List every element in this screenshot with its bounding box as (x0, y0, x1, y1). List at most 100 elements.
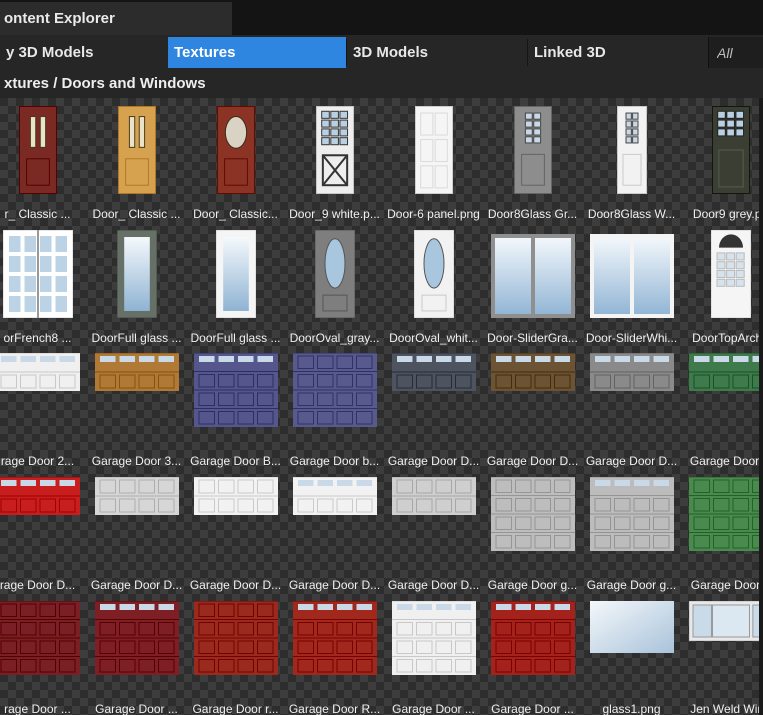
texture-label: Garage Door D... (486, 454, 579, 468)
texture-label: Garage Door ... (95, 702, 178, 715)
texture-thumbnail (414, 230, 454, 318)
texture-tile[interactable]: DoorTopArch_ (681, 228, 763, 347)
texture-tile[interactable]: DoorOval_whit... (384, 228, 483, 347)
texture-label: Garage Door g... (586, 578, 677, 592)
texture-tile[interactable]: Jen Weld Wind (681, 599, 763, 715)
texture-label: Garage Door D... (387, 454, 480, 468)
texture-tile[interactable]: Door8Glass Gr... (483, 104, 582, 223)
texture-thumbnail (491, 601, 575, 675)
texture-tile[interactable]: Garage Door D... (384, 475, 483, 594)
title-bar: ontent Explorer (0, 0, 763, 35)
texture-tile[interactable]: Garage Door D... (582, 351, 681, 470)
texture-tile[interactable]: Garage Door ... (384, 599, 483, 715)
texture-tile[interactable]: Door_ Classic ... (87, 104, 186, 223)
texture-label: rage Door D... (0, 578, 76, 592)
texture-thumbnail (95, 477, 179, 515)
tab-3d-models[interactable]: 3D Models (347, 37, 527, 68)
texture-tile[interactable]: Garage Door D... (285, 475, 384, 594)
texture-label: rage Door 2... (0, 454, 75, 468)
texture-thumbnail (0, 601, 80, 675)
texture-tile[interactable]: glass1.png (582, 599, 681, 715)
texture-thumbnail (216, 230, 256, 318)
texture-tile[interactable]: Garage Door g... (582, 475, 681, 594)
texture-label: Garage Door D... (90, 578, 183, 592)
texture-label: Garage Door 3... (91, 454, 182, 468)
texture-tile[interactable]: Door_9 white.p... (285, 104, 384, 223)
texture-thumbnail (491, 477, 575, 551)
texture-tile[interactable]: Garage Door b... (285, 351, 384, 470)
texture-tile[interactable]: Garage Door D... (186, 475, 285, 594)
texture-tile[interactable]: Garage Door D... (483, 351, 582, 470)
texture-tile[interactable]: Door-SliderGra... (483, 228, 582, 347)
texture-thumbnail (118, 106, 156, 194)
texture-label: Door_9 white.p... (289, 207, 380, 221)
filter-input[interactable] (709, 37, 763, 68)
texture-tile[interactable]: orFrench8 ... (0, 228, 87, 347)
window-title-tab[interactable]: ontent Explorer (0, 2, 232, 35)
texture-tile[interactable]: Garage Door ... (483, 599, 582, 715)
texture-tile[interactable]: Garage Door g... (483, 475, 582, 594)
texture-label: Garage Door D (689, 454, 763, 468)
texture-label: Garage Door B... (190, 454, 281, 468)
texture-thumbnail (95, 601, 179, 675)
texture-tile[interactable]: Garage Door r... (186, 599, 285, 715)
tab-my-3d-models[interactable]: y 3D Models (0, 37, 168, 68)
texture-thumbnail (95, 353, 179, 391)
texture-tile[interactable]: Door8Glass W... (582, 104, 681, 223)
filter-field[interactable] (708, 37, 763, 68)
texture-thumbnail (689, 601, 763, 641)
texture-tile[interactable]: DoorFull glass ... (186, 228, 285, 347)
breadcrumb-bar: xtures / Doors and Windows (0, 70, 763, 98)
texture-thumbnail (590, 477, 674, 551)
texture-tile[interactable]: Garage Door D... (87, 475, 186, 594)
texture-thumbnail (293, 477, 377, 515)
texture-tile[interactable]: DoorOval_gray... (285, 228, 384, 347)
tab-bar: y 3D Models Textures 3D Models Linked 3D (0, 35, 763, 70)
texture-tile[interactable]: Door9 grey.pn (681, 104, 763, 223)
texture-label: DoorFull glass ... (190, 331, 281, 345)
texture-tile[interactable]: Garage Door ... (87, 599, 186, 715)
texture-thumbnail (392, 601, 476, 675)
texture-thumbnail (415, 106, 453, 194)
texture-label: Door9 grey.pn (692, 207, 763, 221)
texture-thumbnail (711, 230, 751, 318)
tab-linked-3d[interactable]: Linked 3D (528, 37, 708, 68)
texture-tile[interactable]: Garage Door 3... (87, 351, 186, 470)
vertical-scrollbar[interactable] (759, 98, 763, 715)
texture-tile[interactable]: Door-SliderWhi... (582, 228, 681, 347)
texture-thumbnail (194, 601, 278, 675)
texture-label: Door8Glass Gr... (487, 207, 578, 221)
texture-tile[interactable]: Garage Door D... (384, 351, 483, 470)
texture-tile[interactable]: rage Door D... (0, 475, 87, 594)
texture-thumbnail (0, 353, 80, 391)
texture-label: Door-SliderWhi... (585, 331, 678, 345)
texture-label: Door_ Classic... (193, 207, 278, 221)
breadcrumb[interactable]: xtures / Doors and Windows (4, 70, 206, 98)
texture-thumbnail (491, 353, 575, 391)
texture-tile[interactable]: Garage Door g (681, 475, 763, 594)
texture-label: Garage Door r... (192, 702, 279, 715)
texture-thumbnail (590, 601, 674, 653)
texture-tile[interactable]: DoorFull glass ... (87, 228, 186, 347)
texture-thumbnail (117, 230, 157, 318)
texture-tile[interactable]: rage Door 2... (0, 351, 87, 470)
texture-thumbnail (3, 230, 73, 318)
texture-label: Garage Door D... (585, 454, 678, 468)
texture-thumbnail (194, 477, 278, 515)
texture-thumbnail (316, 106, 354, 194)
texture-thumbnail (514, 106, 552, 194)
texture-tile[interactable]: Door_ Classic... (186, 104, 285, 223)
texture-thumbnail (315, 230, 355, 318)
texture-thumbnail (392, 353, 476, 391)
texture-tile[interactable]: Garage Door D (681, 351, 763, 470)
texture-thumbnail (293, 353, 377, 427)
texture-tile[interactable]: r_ Classic ... (0, 104, 87, 223)
texture-tile[interactable]: Garage Door R... (285, 599, 384, 715)
texture-tile[interactable]: rage Door ... (0, 599, 87, 715)
texture-label: Garage Door g... (487, 578, 578, 592)
texture-thumbnail (0, 477, 80, 515)
texture-label: glass1.png (602, 702, 661, 715)
texture-tile[interactable]: Door-6 panel.png (384, 104, 483, 223)
texture-tile[interactable]: Garage Door B... (186, 351, 285, 470)
tab-textures[interactable]: Textures (168, 37, 346, 68)
